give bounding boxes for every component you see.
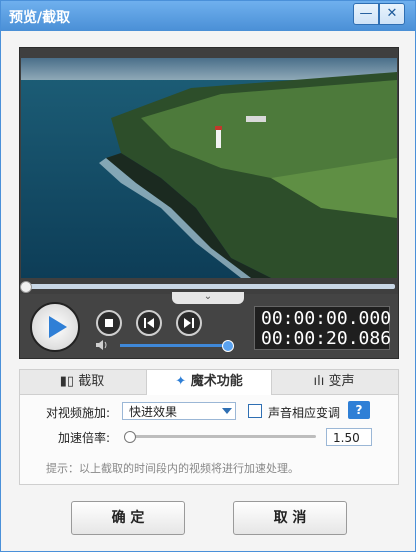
- effect-select-value: 快进效果: [129, 405, 178, 419]
- magic-hat-icon: ✦: [175, 374, 191, 389]
- title-bar: 预览/截取 — ✕: [1, 1, 415, 31]
- seek-bar[interactable]: [23, 284, 395, 289]
- stop-icon: [105, 319, 113, 327]
- volume-icon: [96, 340, 107, 350]
- waveform-icon: ılı: [313, 374, 329, 389]
- volume-slider[interactable]: [120, 344, 228, 347]
- speed-slider-handle[interactable]: [124, 431, 136, 443]
- previous-frame-button[interactable]: [136, 310, 162, 336]
- play-button[interactable]: [30, 302, 80, 352]
- hint-text: 提示：以上截取的时间段内的视频将进行加速处理。: [46, 462, 299, 475]
- trim-icon: ▮▯: [59, 374, 79, 389]
- current-time: 00:00:00.000: [261, 308, 392, 329]
- step-back-icon: [144, 318, 154, 328]
- preview-dialog: 预览/截取 — ✕ ⌄ 00:00:00.000 00:00:20.086 ▮▯…: [0, 0, 416, 552]
- total-time: 00:00:20.086: [261, 328, 392, 349]
- time-display: 00:00:00.000 00:00:20.086: [254, 306, 392, 350]
- pitch-checkbox[interactable]: [248, 404, 262, 418]
- apply-effect-label: 对视频施加:: [46, 406, 111, 420]
- volume-handle[interactable]: [222, 340, 234, 352]
- play-icon: [49, 316, 67, 338]
- ok-button[interactable]: 确 定: [71, 501, 185, 535]
- cancel-button[interactable]: 取 消: [233, 501, 347, 535]
- step-forward-icon: [184, 318, 194, 328]
- speed-label: 加速倍率:: [58, 431, 111, 445]
- video-image: [21, 58, 397, 278]
- tab-voice-change[interactable]: ılı 变声: [272, 370, 396, 394]
- tab-trim[interactable]: ▮▯ 截取: [20, 370, 144, 394]
- video-frame: [21, 58, 397, 278]
- window-title: 预览/截取: [9, 10, 71, 26]
- seek-handle[interactable]: [20, 281, 32, 293]
- minimize-button[interactable]: —: [353, 3, 379, 25]
- collapse-toggle[interactable]: ⌄: [172, 292, 244, 304]
- help-button[interactable]: ?: [348, 401, 370, 419]
- speed-input[interactable]: 1.50: [326, 428, 372, 446]
- next-frame-button[interactable]: [176, 310, 202, 336]
- effect-select[interactable]: 快进效果: [122, 402, 236, 420]
- stop-button[interactable]: [96, 310, 122, 336]
- tab-bar: ▮▯ 截取 ✦ 魔术功能 ılı 变声: [20, 370, 398, 395]
- tab-magic[interactable]: ✦ 魔术功能: [146, 370, 272, 395]
- chevron-down-icon: [222, 408, 232, 414]
- pitch-label: 声音相应变调: [268, 406, 341, 420]
- video-player: ⌄ 00:00:00.000 00:00:20.086: [19, 47, 399, 359]
- close-button[interactable]: ✕: [379, 3, 405, 25]
- speed-slider[interactable]: [130, 435, 316, 438]
- options-panel: ▮▯ 截取 ✦ 魔术功能 ılı 变声 对视频施加: 快进效果 声音相应变调 ?…: [19, 369, 399, 485]
